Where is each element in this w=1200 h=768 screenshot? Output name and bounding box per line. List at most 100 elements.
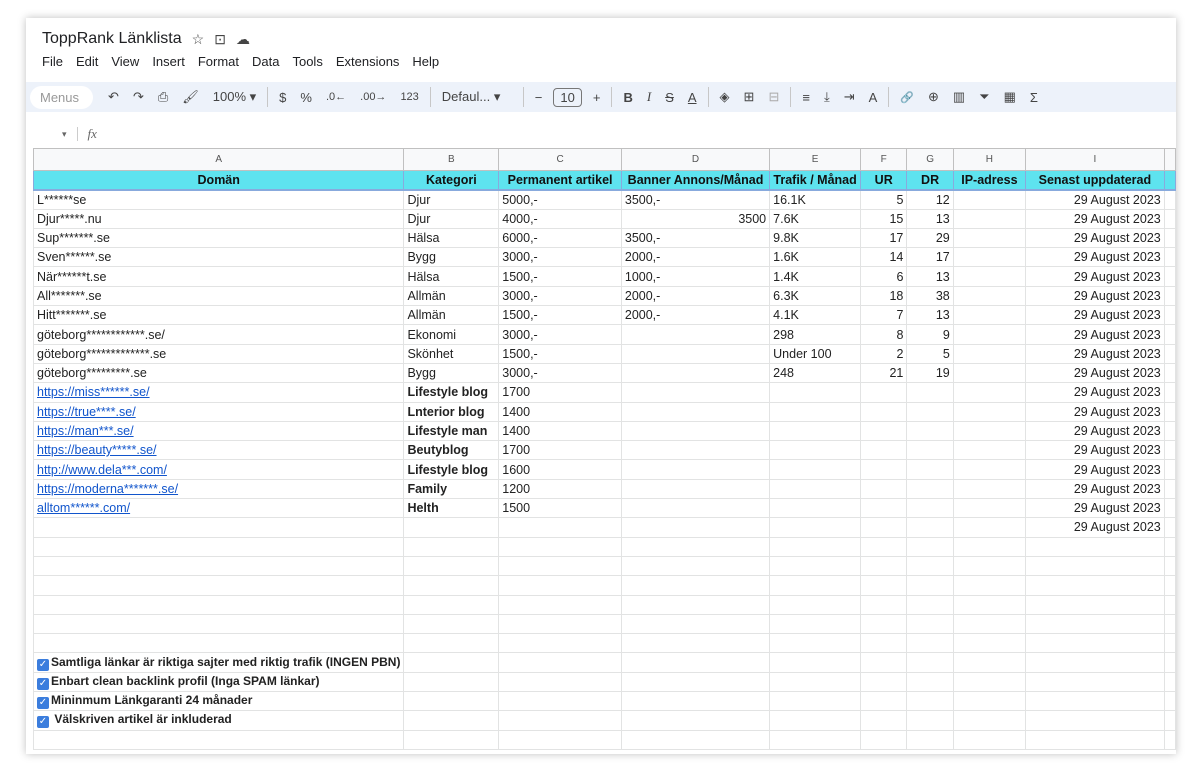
text-color-button[interactable]: A (681, 90, 704, 105)
fill-color-icon[interactable]: ◈ (713, 89, 737, 105)
cell[interactable] (906, 517, 954, 538)
cell[interactable]: 29 August 2023 (1025, 285, 1165, 307)
cell[interactable] (860, 633, 908, 654)
cell[interactable] (1163, 594, 1176, 615)
cell[interactable] (32, 594, 405, 615)
cell[interactable]: 29 August 2023 (1025, 517, 1165, 538)
cell[interactable]: 15 (860, 208, 908, 229)
cell[interactable]: 13 (906, 266, 954, 287)
cell[interactable]: 29 August 2023 (1025, 189, 1165, 210)
cell[interactable] (1163, 710, 1176, 731)
cell[interactable]: 4.1K (769, 305, 862, 326)
cell[interactable] (860, 382, 908, 403)
cell[interactable] (952, 555, 1027, 577)
cell[interactable] (906, 459, 954, 480)
merge-cells-icon[interactable]: ⊟ (761, 89, 786, 105)
cell[interactable]: 2000,- (620, 285, 771, 307)
cell[interactable]: 6 (860, 266, 908, 287)
header-cell[interactable]: Domän (32, 169, 405, 191)
cell[interactable]: 29 August 2023 (1025, 266, 1165, 287)
cell[interactable]: Lifestyle blog (403, 382, 500, 403)
cell[interactable] (769, 652, 862, 673)
cell[interactable] (498, 613, 622, 635)
star-icon[interactable]: ☆ (192, 31, 205, 48)
cell[interactable] (952, 362, 1027, 384)
cell[interactable] (769, 691, 862, 712)
cell[interactable]: 2 (860, 343, 908, 364)
cell[interactable] (952, 536, 1027, 557)
cell[interactable] (1163, 305, 1176, 326)
cell[interactable] (1025, 729, 1165, 750)
column-header-h[interactable]: H (952, 148, 1027, 171)
cell[interactable] (906, 652, 954, 673)
text-rotation-icon[interactable]: A (862, 90, 885, 105)
cell[interactable] (769, 478, 862, 500)
sheet-grid[interactable]: A B C D E F G H I Domän Kategori Permanent artikel B… (32, 148, 1176, 750)
cell[interactable] (906, 440, 954, 461)
cell[interactable] (952, 517, 1027, 538)
redo-icon[interactable]: ↷ (126, 89, 151, 105)
cell[interactable]: 6000,- (498, 227, 622, 249)
cell[interactable]: 29 August 2023 (1025, 382, 1165, 403)
cell[interactable] (620, 710, 771, 731)
cell[interactable] (1163, 652, 1176, 673)
cell[interactable] (906, 401, 954, 422)
header-cell[interactable]: Permanent artikel (498, 169, 622, 191)
cell[interactable] (952, 285, 1027, 307)
cell[interactable] (1163, 671, 1176, 693)
cell[interactable] (769, 555, 862, 577)
cell[interactable]: Ekonomi (403, 324, 500, 345)
cell[interactable] (906, 613, 954, 635)
paint-format-icon[interactable]: 🖌 (175, 89, 206, 105)
cell[interactable] (860, 575, 908, 596)
cell[interactable]: 17 (906, 247, 954, 268)
cell[interactable] (952, 594, 1027, 615)
menu-help[interactable]: Help (412, 54, 439, 69)
cell[interactable] (906, 633, 954, 654)
cell[interactable] (498, 594, 622, 615)
cell[interactable] (952, 459, 1027, 480)
cell[interactable]: https://beauty*****.se/ (32, 440, 405, 461)
cell[interactable] (1025, 613, 1165, 635)
vertical-align-icon[interactable]: ⤓ (817, 89, 837, 105)
cell[interactable]: 248 (769, 362, 862, 384)
cell[interactable]: All*******.se (32, 285, 405, 307)
cell[interactable] (620, 517, 771, 538)
cell[interactable] (620, 401, 771, 422)
cell[interactable] (403, 671, 500, 693)
filter-icon[interactable]: ⏷ (972, 89, 996, 105)
cell[interactable] (498, 671, 622, 693)
cell[interactable] (403, 710, 500, 731)
move-to-folder-icon[interactable]: ⊡ (214, 31, 226, 48)
percent-button[interactable]: % (293, 90, 319, 105)
cell[interactable] (860, 401, 908, 422)
cell[interactable] (769, 420, 862, 442)
cell[interactable] (1163, 343, 1176, 364)
cell[interactable] (860, 536, 908, 557)
cell[interactable] (906, 729, 954, 750)
cell[interactable]: 16.1K (769, 189, 862, 210)
cloud-saved-icon[interactable]: ☁ (236, 31, 250, 48)
insert-comment-icon[interactable]: ⊕ (921, 89, 946, 105)
cell[interactable] (498, 517, 622, 538)
menu-edit[interactable]: Edit (76, 54, 98, 69)
cell[interactable]: Skönhet (403, 343, 500, 364)
cell[interactable]: 19 (906, 362, 954, 384)
cell[interactable]: 3000,- (498, 362, 622, 384)
cell[interactable]: https://true****.se/ (32, 401, 405, 422)
cell[interactable]: 1400 (498, 401, 622, 422)
cell[interactable]: Allmän (403, 285, 500, 307)
cell[interactable]: 1400 (498, 420, 622, 442)
cell[interactable]: 3500,- (620, 189, 771, 210)
cell[interactable]: 29 August 2023 (1025, 440, 1165, 461)
zoom-select[interactable]: 100% ▾ (206, 89, 263, 105)
cell[interactable] (620, 382, 771, 403)
cell[interactable] (32, 633, 405, 654)
cell[interactable]: göteborg************.se/ (32, 324, 405, 345)
domain-link[interactable]: http://www.dela***.com/ (37, 463, 167, 477)
cell[interactable] (32, 729, 405, 750)
italic-button[interactable]: I (640, 89, 658, 105)
cell[interactable] (952, 343, 1027, 364)
cell[interactable] (620, 613, 771, 635)
text-wrapping-icon[interactable]: ⇥ (837, 89, 862, 105)
